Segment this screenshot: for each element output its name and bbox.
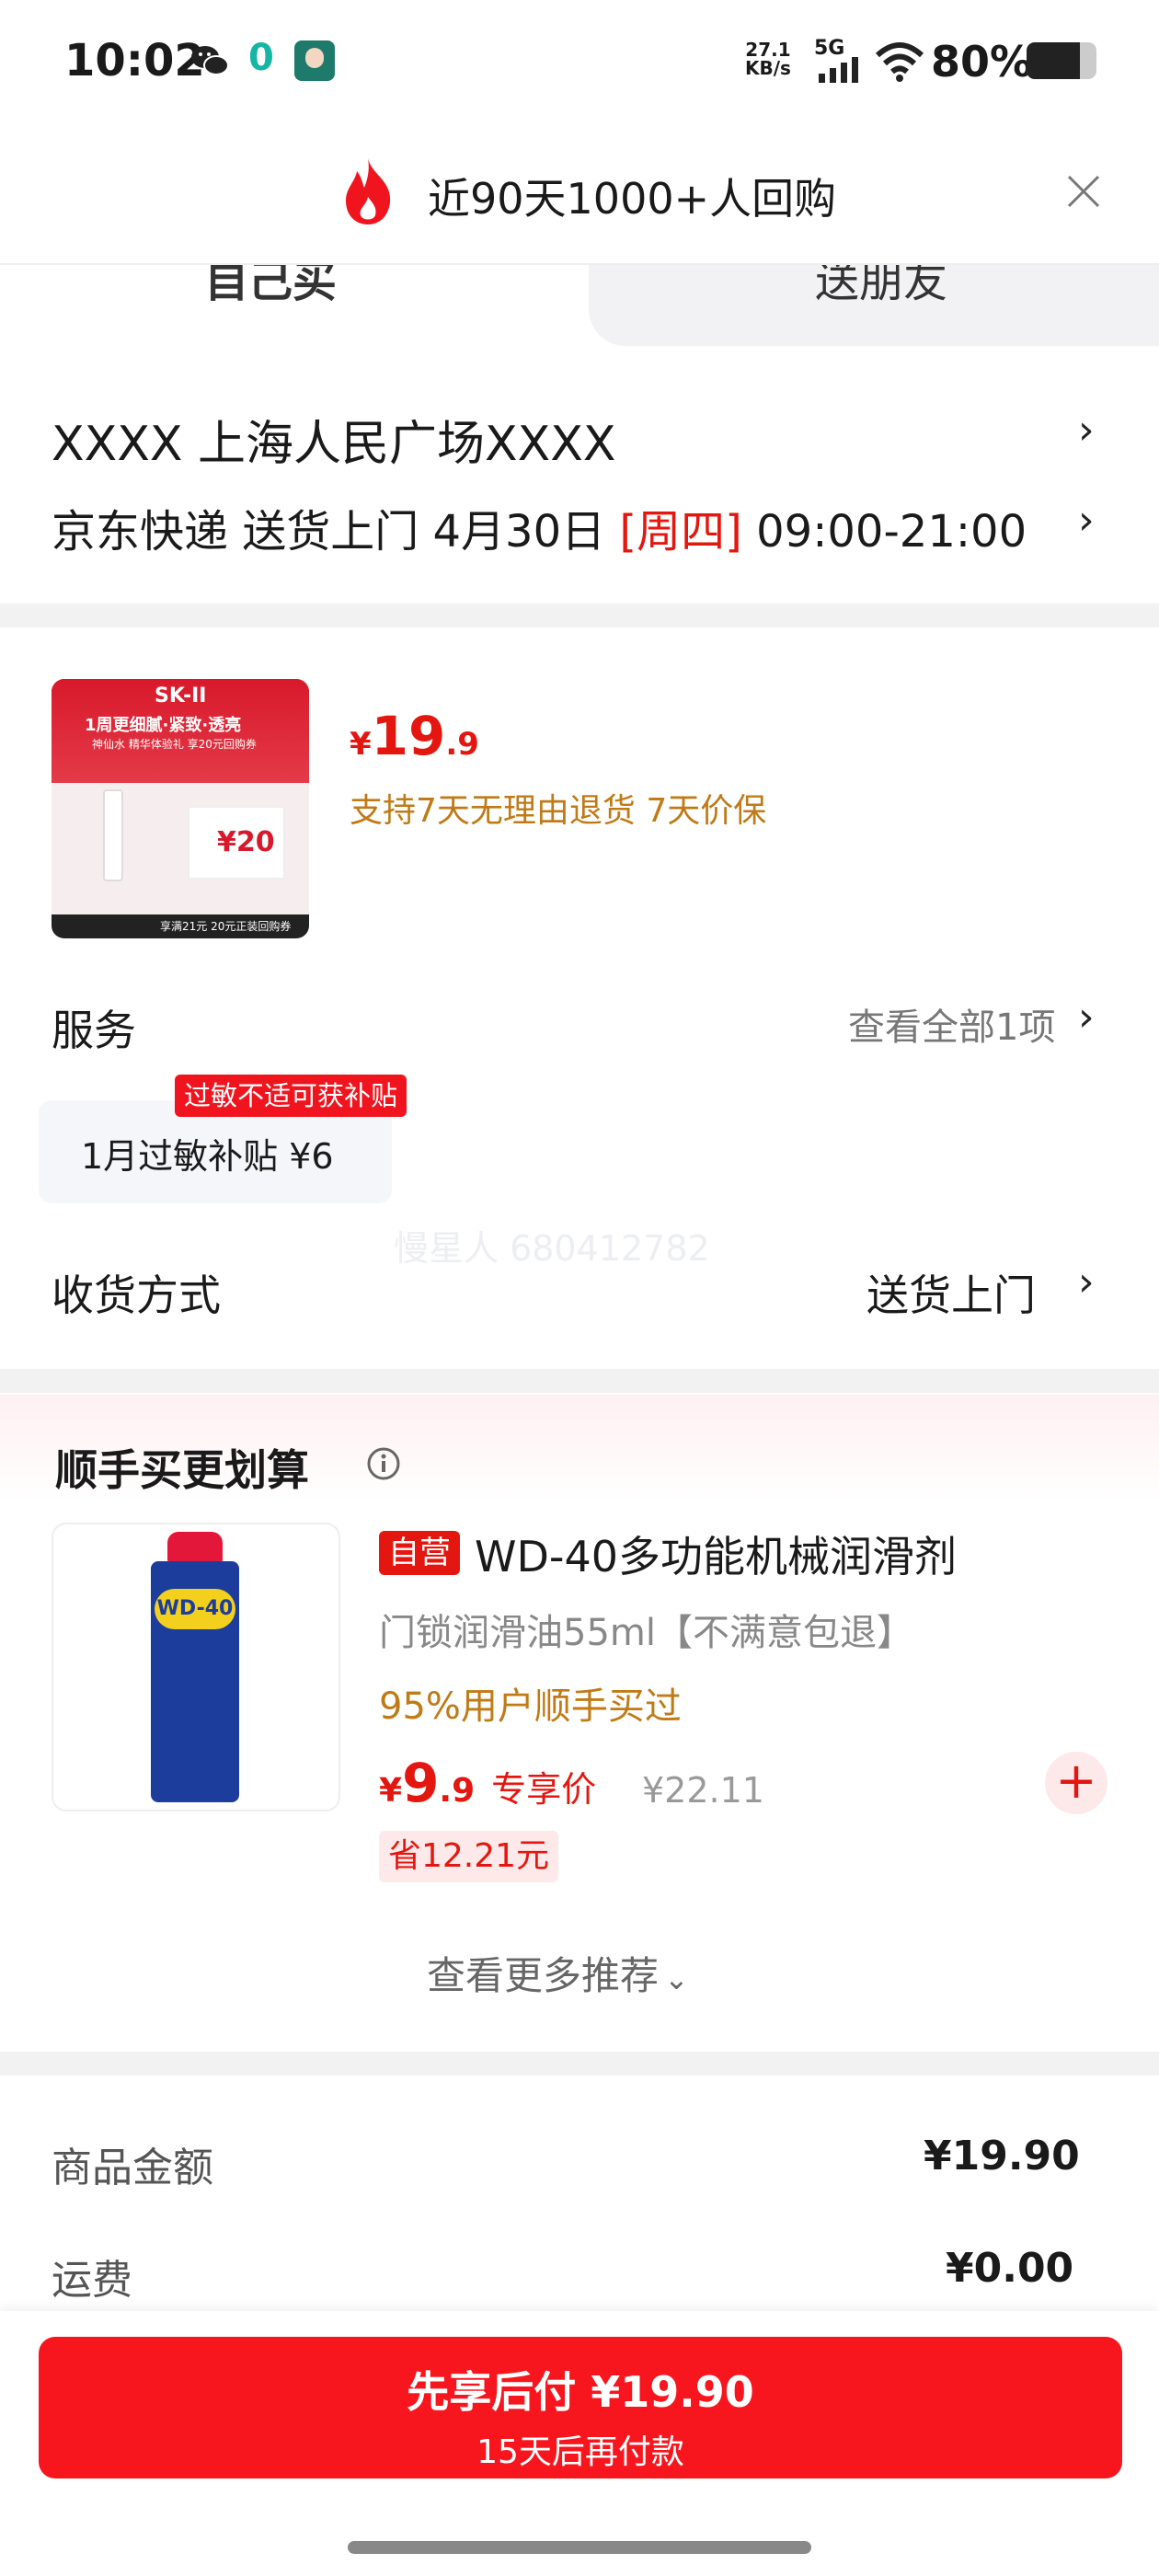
product-image-headline: 1周更细腻·紧致·透亮 [85,716,242,735]
wd40-image[interactable]: WD-40 [52,1523,340,1811]
product-image-footer: 享满21元 20元正装回购券 [160,920,292,933]
banner-text: 近90天1000+人回购 [428,174,837,224]
home-indicator[interactable] [348,2541,811,2554]
address-chevron-icon[interactable]: › [1078,407,1095,454]
delivery-prefix: 京东快递 送货上门 4月30日 [52,506,620,558]
view-more-recommend[interactable]: 查看更多推荐 ⌄ [427,1945,689,2001]
avatar [294,40,335,81]
add-item-button[interactable]: + [1045,1752,1107,1814]
delivery-weekday: [周四] [619,506,742,558]
rec-price-dec: .9 [439,1772,476,1810]
product-image-coupon: ¥20 [217,826,275,858]
tab-self-label: 自己买 [204,265,338,307]
info-icon[interactable] [366,1446,401,1481]
product-price: ¥19.9 [350,705,479,767]
section-divider [0,604,1159,627]
product-guarantee: 支持7天无理由退货 7天价保 [350,792,767,830]
status-time: 10:02 [64,35,205,86]
rec-price-int: 9 [402,1752,440,1814]
delivery-time: 09:00-21:00 [741,506,1027,558]
product-image[interactable]: SK-II 1周更细腻·紧致·透亮 神仙水 精华体验礼 享20元回购券 ¥20 … [52,679,309,938]
rec-item-orig-price: ¥22.11 [642,1770,764,1811]
view-more-label: 查看更多推荐 [427,1953,660,1998]
rec-item-subtitle: 门锁润滑油55ml【不满意包退】 [379,1612,913,1654]
service-chevron-icon[interactable]: › [1078,994,1095,1041]
watermark: 慢星人 680412782 [394,1228,710,1269]
shipping-chevron-icon[interactable]: › [1078,1259,1095,1305]
summary-value-goods: ¥19.90 [924,2133,1080,2179]
self-operated-badge: 自营 [379,1531,460,1575]
rec-price-label: 专享价 [491,1769,597,1810]
net-speed-unit: KB/s [745,57,791,79]
price-int: 19 [371,705,446,767]
chevron-down-icon: ⌄ [664,1961,689,1996]
tab-friend-label: 送朋友 [815,265,948,307]
wifi-icon [875,42,924,82]
rec-item-title[interactable]: WD-40多功能机械润滑剂 [475,1524,957,1584]
address-line[interactable]: XXXX 上海人民广场XXXX [52,405,616,474]
product-image-subline: 神仙水 精华体验礼 享20元回购券 [92,738,257,751]
service-label: 服务 [52,1006,136,1055]
summary-label-shipping: 运费 [52,2257,132,2304]
net-speed-value: 27.1 [745,39,791,61]
close-icon[interactable] [1067,175,1100,208]
signal-icon [819,57,858,83]
pay-main-label: 先享后付 ¥19.90 [407,2367,754,2417]
bottle-graphic [103,789,123,881]
rec-item-social: 95%用户顺手买过 [379,1685,682,1728]
summary-label-goods: 商品金额 [52,2145,213,2191]
tab-friend[interactable]: 送朋友 [589,265,1159,346]
tab-self[interactable]: 自己买 [0,265,589,346]
rec-price-symbol: ¥ [379,1772,403,1810]
rec-item-save: 省12.21元 [379,1831,559,1882]
wechat-icon [191,46,229,75]
battery-fill [1027,42,1080,79]
chip-tag: 过敏不适可获补贴 [175,1075,407,1117]
battery-percent: 80% [931,37,1033,86]
shipping-label: 收货方式 [52,1271,221,1320]
price-dec: .9 [445,726,479,763]
section-divider [0,1369,1159,1393]
battery-icon [1027,42,1096,79]
rec-item-price: ¥9.9 专享价 [379,1752,596,1814]
delivery-chevron-icon[interactable]: › [1078,497,1095,544]
purchase-tabs: 自己买 送朋友 [0,265,1159,346]
pay-sub-label: 15天后再付款 [476,2433,684,2471]
fire-icon [346,158,391,224]
notification-badge: 0 [248,37,274,79]
net-speed: 27.1 KB/s [745,40,791,77]
avatar-face [305,48,324,68]
service-view-all[interactable]: 查看全部1项 [848,997,1055,1051]
pay-later-button[interactable]: 先享后付 ¥19.90 15天后再付款 [39,2337,1122,2478]
delivery-info[interactable]: 京东快递 送货上门 4月30日 [周四] 09:00-21:00 [52,495,1027,559]
recommend-title: 顺手买更划算 [55,1445,309,1495]
can-logo: WD-40 [155,1589,235,1629]
summary-value-shipping: ¥0.00 [946,2245,1074,2292]
price-symbol: ¥ [350,726,372,763]
chip-text: 1月过敏补贴 ¥6 [81,1136,334,1177]
product-image-brand: SK-II [155,684,207,707]
can-cap [167,1532,223,1563]
section-divider [0,2052,1159,2076]
status-bar: 10:02 0 27.1 KB/s 5G 80% [0,0,1159,129]
shipping-value[interactable]: 送货上门 [866,1262,1036,1323]
